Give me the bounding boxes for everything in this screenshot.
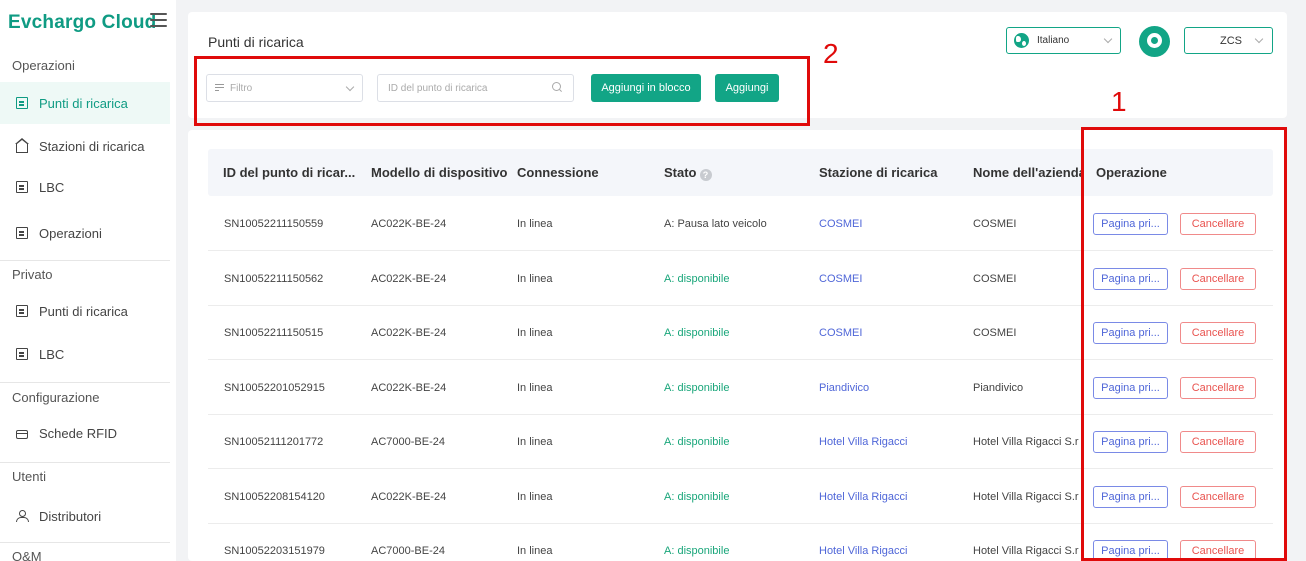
sidebar-item-label: Punti di ricarica: [39, 303, 128, 319]
sidebar-item-lbc[interactable]: LBC: [0, 166, 170, 208]
sidebar-divider: [0, 382, 170, 383]
cell-model: AC022K-BE-24: [371, 381, 447, 394]
language-select[interactable]: Italiano: [1006, 27, 1121, 54]
cell-id: SN10052211150559: [224, 218, 324, 230]
cell-connection: In linea: [517, 272, 553, 285]
cell-company: Hotel Villa Rigacci S.r: [973, 490, 1079, 503]
cell-station-link[interactable]: COSMEI: [819, 273, 967, 285]
column-header-model[interactable]: Modello di dispositivo: [371, 165, 508, 180]
users-icon: [16, 510, 29, 522]
cell-station-link[interactable]: COSMEI: [819, 327, 967, 339]
charging-point-icon: [16, 97, 28, 109]
cell-connection: In linea: [517, 381, 553, 394]
sidebar-item-distributori[interactable]: Distributori: [0, 495, 170, 537]
cell-status: A: disponibile: [664, 490, 730, 503]
sidebar-section-configurazione: Configurazione: [12, 390, 100, 405]
document-icon: [16, 227, 28, 239]
cell-id: SN10052203151979: [224, 545, 325, 557]
sidebar-section-privato: Privato: [12, 267, 53, 282]
cell-model: AC7000-BE-24: [371, 436, 445, 448]
cell-id: SN10052201052915: [224, 381, 325, 394]
cell-station-link[interactable]: Hotel Villa Rigacci: [819, 436, 967, 448]
card-icon: [16, 429, 28, 439]
sidebar-item-privato-lbc[interactable]: LBC: [0, 333, 170, 375]
column-header-status-label: Stato: [664, 165, 697, 180]
cell-connection: In linea: [517, 327, 553, 339]
sidebar-item-stazioni-di-ricarica[interactable]: Stazioni di ricarica: [0, 125, 170, 167]
column-header-company[interactable]: Nome dell'azienda: [973, 165, 1082, 180]
cell-model: AC7000-BE-24: [371, 545, 445, 557]
cell-status: A: disponibile: [664, 436, 730, 448]
cell-model: AC022K-BE-24: [371, 490, 447, 503]
sidebar-item-schede-rfid[interactable]: Schede RFID: [0, 412, 170, 454]
column-header-id[interactable]: ID del punto di ricar...: [223, 165, 363, 180]
cell-station-link[interactable]: Piandivico: [819, 382, 967, 394]
device-icon: [16, 348, 28, 360]
sidebar-section-operazioni: Operazioni: [12, 58, 75, 73]
sidebar-divider: [0, 462, 170, 463]
sidebar-section-utenti: Utenti: [12, 469, 46, 484]
cell-model: AC022K-BE-24: [371, 218, 447, 230]
cell-station-link[interactable]: COSMEI: [819, 218, 967, 230]
sidebar-item-label: Punti di ricarica: [39, 95, 128, 111]
cell-id: SN10052211150515: [224, 327, 324, 339]
cell-station-link[interactable]: Hotel Villa Rigacci: [819, 545, 967, 557]
sidebar-item-label: Operazioni: [39, 225, 102, 241]
cell-id: SN10052211150562: [224, 272, 324, 285]
annotation-box-1: [1081, 127, 1287, 561]
cell-model: AC022K-BE-24: [371, 272, 447, 285]
sidebar-item-privato-punti-di-ricarica[interactable]: Punti di ricarica: [0, 290, 170, 332]
chevron-down-icon: [1254, 34, 1264, 44]
cell-station-link[interactable]: Hotel Villa Rigacci: [819, 491, 967, 503]
sidebar-item-label: LBC: [39, 346, 65, 362]
sidebar-item-label: Schede RFID: [39, 425, 118, 441]
cell-status: A: disponibile: [664, 545, 730, 557]
app-logo: Evchargo Cloud: [8, 12, 157, 33]
cell-company: Hotel Villa Rigacci S.r: [973, 545, 1079, 557]
globe-icon: [1014, 33, 1029, 48]
user-avatar-icon[interactable]: [1139, 26, 1170, 57]
sidebar-item-label: Stazioni di ricarica: [39, 138, 145, 154]
account-select[interactable]: ZCS: [1184, 27, 1273, 54]
cell-company: Hotel Villa Rigacci S.r: [973, 436, 1079, 448]
column-header-connection[interactable]: Connessione: [517, 165, 599, 180]
account-value: ZCS: [1220, 34, 1242, 47]
sidebar-section-om: O&M: [12, 549, 42, 561]
sidebar-divider: [0, 542, 170, 543]
cell-id: SN10052208154120: [224, 490, 325, 503]
cell-id: SN10052111201772: [224, 436, 324, 448]
sidebar-item-label: LBC: [39, 179, 65, 195]
page-title: Punti di ricarica: [208, 34, 304, 50]
sidebar-item-punti-di-ricarica[interactable]: Punti di ricarica: [0, 82, 170, 124]
house-icon: [15, 137, 29, 153]
cell-connection: In linea: [517, 436, 553, 448]
chevron-down-icon: [1103, 34, 1113, 44]
charging-point-icon: [16, 305, 28, 317]
cell-company: COSMEI: [973, 272, 1017, 285]
sidebar-item-operazioni[interactable]: Operazioni: [0, 212, 170, 254]
cell-status: A: disponibile: [664, 327, 730, 339]
sidebar-item-label: Distributori: [39, 508, 102, 524]
column-header-status[interactable]: Stato?: [664, 165, 712, 181]
cell-model: AC022K-BE-24: [371, 327, 447, 339]
cell-connection: In linea: [517, 490, 553, 503]
cell-connection: In linea: [517, 218, 553, 230]
device-icon: [16, 181, 28, 193]
annotation-box-2: [194, 56, 810, 126]
cell-status: A: Pausa lato veicolo: [664, 218, 767, 230]
language-value: Italiano: [1037, 35, 1070, 46]
annotation-label-2: 2: [823, 38, 839, 69]
cell-company: COSMEI: [973, 218, 1017, 230]
sidebar-divider: [0, 260, 170, 261]
help-icon[interactable]: ?: [699, 169, 712, 181]
cell-status: A: disponibile: [664, 381, 730, 394]
column-header-station[interactable]: Stazione di ricarica: [819, 165, 938, 180]
cell-company: COSMEI: [973, 327, 1017, 339]
annotation-label-1: 1: [1111, 86, 1127, 117]
cell-connection: In linea: [517, 545, 553, 557]
cell-status: A: disponibile: [664, 272, 730, 285]
cell-company: Piandivico: [973, 381, 1024, 394]
sidebar: Evchargo Cloud Operazioni Punti di ricar…: [0, 0, 176, 561]
menu-toggle-icon[interactable]: [150, 13, 167, 27]
